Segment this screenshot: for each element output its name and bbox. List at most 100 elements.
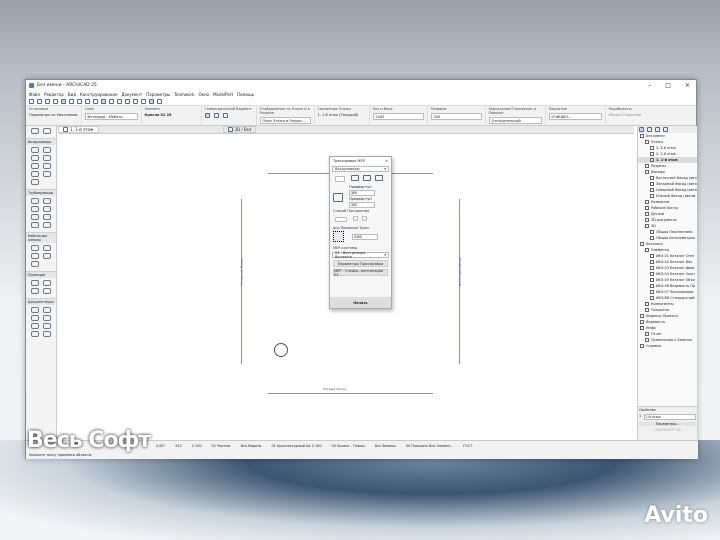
redo-icon[interactable]: [37, 99, 42, 104]
view-settings-button[interactable]: Параметры...: [639, 422, 696, 426]
duct-tool[interactable]: [31, 171, 39, 177]
duct-tool[interactable]: [43, 163, 51, 169]
anchor-point-grid[interactable]: [333, 231, 344, 242]
pipe-tool[interactable]: [31, 222, 39, 228]
surface-select[interactable]: ОЧИЩЕН...: [548, 113, 602, 120]
menu-help[interactable]: Помощь: [237, 92, 254, 97]
pipe-tool[interactable]: [31, 198, 39, 204]
section-icon[interactable]: [141, 99, 146, 104]
pick-icon[interactable]: [45, 99, 50, 104]
rotation-select[interactable]: Относительный: [488, 117, 542, 124]
favorites-select[interactable]: MEP - Стояки...вентиляция 04: [333, 269, 388, 277]
info-surface[interactable]: Покрытие ОЧИЩЕН...: [546, 106, 606, 125]
projection-tool[interactable]: [43, 288, 51, 294]
gear-icon[interactable]: [117, 99, 122, 104]
tab-floor-plan[interactable]: 1. 1-й этаж: [58, 126, 99, 133]
layer-select[interactable]: Интерьер - Мебель: [84, 113, 138, 120]
circle-tool[interactable]: [31, 331, 39, 337]
status-select[interactable]: 1:100: [192, 444, 202, 448]
group-documentation[interactable]: Документация: [26, 298, 56, 305]
duct-tool[interactable]: [43, 171, 51, 177]
undo-icon[interactable]: [29, 99, 34, 104]
subobjects-value[interactable]: Объект Подогнан: [609, 113, 642, 117]
layer-icon[interactable]: [93, 99, 98, 104]
offset-input-2[interactable]: [349, 202, 375, 208]
status-select[interactable]: Без Замены: [375, 444, 396, 448]
status-select[interactable]: 00 Показать Все Элемен...: [406, 444, 453, 448]
geometry-icon[interactable]: [222, 113, 228, 118]
level-tool[interactable]: [43, 307, 51, 313]
mep-icon[interactable]: [101, 99, 106, 104]
status-select[interactable]: 04 Проект - Планы: [331, 444, 364, 448]
offset-input-1[interactable]: [349, 190, 375, 196]
info-top-bottom[interactable]: Низ и Верх 2400: [370, 106, 428, 125]
mep-system-select[interactable]: 04 - Вентиляция - Вытяжка ▾: [332, 251, 389, 259]
fill-tool[interactable]: [31, 323, 39, 329]
info-settings[interactable]: Установки Параметры по Умолчанию: [26, 106, 82, 125]
menu-edit[interactable]: Редактор: [44, 92, 64, 97]
menu-design[interactable]: Конструирование: [80, 92, 117, 97]
status-select[interactable]: 522: [175, 444, 181, 448]
view-map-icon[interactable]: [647, 127, 652, 132]
status-select[interactable]: 0,00°: [156, 444, 165, 448]
duct-tool[interactable]: [31, 147, 39, 153]
dimension-tool[interactable]: [31, 307, 39, 313]
pipe-tool[interactable]: [43, 222, 51, 228]
cable-tool[interactable]: [43, 245, 51, 251]
menu-file[interactable]: Файл: [29, 92, 40, 97]
graphisoft-id[interactable]: GRAPHISOFT ID: [639, 428, 696, 432]
geometry-icon[interactable]: [204, 113, 210, 118]
projection-tool[interactable]: [31, 280, 39, 286]
group-ducts[interactable]: Воздуховоды: [26, 138, 56, 145]
projection-tool[interactable]: [43, 280, 51, 286]
projection-tool[interactable]: [31, 288, 39, 294]
cable-tool[interactable]: [31, 261, 39, 267]
menu-window[interactable]: Окно: [198, 92, 209, 97]
duct-tool[interactable]: [31, 155, 39, 161]
start-button[interactable]: Начать: [330, 297, 391, 308]
marquee-tool[interactable]: [43, 128, 51, 134]
chair-object[interactable]: [274, 343, 288, 357]
cross-icon[interactable]: [109, 99, 114, 104]
project-map-icon[interactable]: [639, 127, 644, 132]
menu-document[interactable]: Документ: [121, 92, 142, 97]
pencil-icon[interactable]: [53, 99, 58, 104]
display-select[interactable]: План Этажа и Разрез...: [259, 117, 311, 124]
info-element[interactable]: Элемент Кресло 01 25: [142, 106, 202, 125]
routing-mode-icon[interactable]: [351, 175, 359, 181]
element-value[interactable]: Кресло 01 25: [145, 113, 198, 117]
tab-3d[interactable]: 3D / Все: [222, 126, 257, 133]
info-geometry[interactable]: Геометрический Вариант: [202, 106, 257, 125]
info-stories[interactable]: Связанные Этажи 1. 1-й этаж (Текущий): [315, 106, 370, 125]
cable-tool[interactable]: [31, 245, 39, 251]
navigator-item[interactable]: Справка: [638, 343, 697, 349]
info-layer[interactable]: Слой Интерьер - Мебель: [82, 106, 142, 125]
menu-modelport[interactable]: ModelPort: [213, 92, 233, 97]
plan-icon[interactable]: [133, 99, 138, 104]
status-select[interactable]: Вся Модель: [241, 444, 262, 448]
cable-tool[interactable]: [31, 253, 39, 259]
group-cable-trays[interactable]: Кабельные каналы: [26, 232, 56, 243]
settings-value[interactable]: Параметры по Умолчанию: [29, 113, 78, 117]
menu-options[interactable]: Параметры: [146, 92, 170, 97]
line-tool[interactable]: [43, 323, 51, 329]
menu-teamwork[interactable]: Teamwork: [174, 92, 194, 97]
pipe-tool[interactable]: [43, 206, 51, 212]
group-pipes[interactable]: Трубопроводы: [26, 189, 56, 196]
system-type-select[interactable]: Воздуховоды ▾: [332, 166, 389, 172]
west-elevation-marker[interactable]: Западный Фасад: [239, 259, 243, 286]
status-select[interactable]: 02 Чертеж: [212, 444, 231, 448]
routing-mode-icon[interactable]: [335, 176, 345, 182]
arrow-tool-icon[interactable]: [61, 99, 66, 104]
elevation-input[interactable]: [352, 233, 378, 240]
window-icon[interactable]: [157, 99, 162, 104]
property-name-input[interactable]: 1-й этаж: [644, 414, 696, 420]
layout-book-icon[interactable]: [655, 127, 660, 132]
minimize-button[interactable]: –: [648, 82, 651, 89]
group-projections[interactable]: Проекции: [26, 271, 56, 278]
maximize-button[interactable]: □: [665, 82, 671, 89]
properties-header[interactable]: Свойства: [639, 408, 696, 412]
info-display[interactable]: Отображение на Плане и в Разрезе План Эта…: [257, 106, 315, 125]
spline-tool[interactable]: [43, 331, 51, 337]
height-input[interactable]: 2400: [372, 113, 424, 120]
